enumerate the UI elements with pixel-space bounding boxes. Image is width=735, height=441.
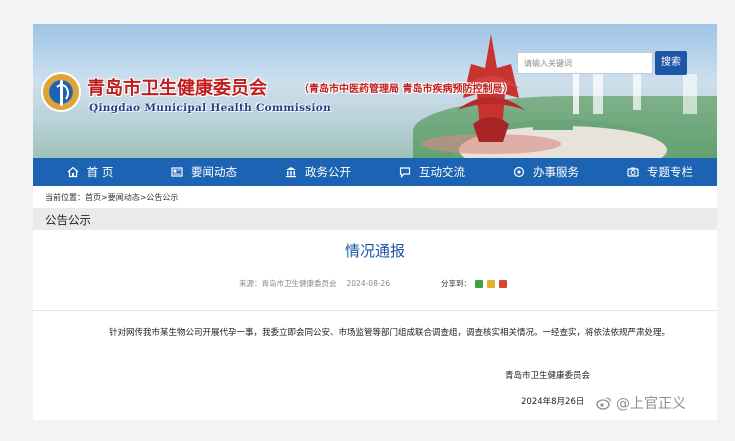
nav-item-label: 政务公开 xyxy=(305,165,351,179)
article-meta: 来源：青岛市卫生健康委员会 2024-08-26 xyxy=(239,278,390,289)
divider xyxy=(33,310,717,311)
nav-item-label: 互动交流 xyxy=(419,165,465,179)
share-bar: 分享到： xyxy=(441,278,507,289)
service-icon xyxy=(513,166,525,178)
section-bar xyxy=(33,208,717,230)
news-icon xyxy=(171,167,183,177)
logo-snake xyxy=(54,84,69,102)
breadcrumb-link-home[interactable]: 首页 xyxy=(85,193,101,202)
watermark: @上官正义 xyxy=(596,393,686,413)
nav-item-label: 首 页 xyxy=(86,165,114,179)
signature-org: 青岛市卫生健康委员会 xyxy=(505,371,591,381)
source-label: 来源： xyxy=(239,279,262,288)
search-button[interactable]: 搜索 xyxy=(655,51,687,75)
site-title[interactable]: 青岛市卫生健康委员会 xyxy=(87,74,267,100)
qzone-share-icon[interactable] xyxy=(487,279,495,288)
breadcrumb-separator: > xyxy=(101,193,108,202)
nav-item-interaction[interactable]: 互动交流 xyxy=(375,158,489,186)
breadcrumb-current[interactable]: 公告公示 xyxy=(146,193,178,202)
watermark-text: @上官正义 xyxy=(616,396,686,412)
breadcrumb-link-news[interactable]: 要闻动态 xyxy=(108,193,140,202)
chat-icon xyxy=(399,167,411,178)
government-icon xyxy=(286,167,296,178)
weibo-share-icon[interactable] xyxy=(499,279,507,288)
site-subtitle: （青岛市中医药管理局 青岛市疾病预防控制局） xyxy=(299,84,513,95)
home-icon xyxy=(67,166,79,178)
share-label: 分享到： xyxy=(441,279,471,288)
main-nav: 首 页 要闻动态 政务公开 互动交流 办事服务 专题专栏 xyxy=(33,158,717,186)
nav-item-government[interactable]: 政务公开 xyxy=(261,158,375,186)
nav-item-label: 办事服务 xyxy=(533,165,579,179)
health-commission-logo-icon[interactable] xyxy=(41,72,81,112)
section-title: 公告公示 xyxy=(45,213,91,227)
article-source: 青岛市卫生健康委员会 xyxy=(261,279,337,288)
nav-item-label: 要闻动态 xyxy=(191,165,237,179)
nav-item-special[interactable]: 专题专栏 xyxy=(603,158,717,186)
nav-item-service[interactable]: 办事服务 xyxy=(489,158,603,186)
special-column-icon xyxy=(627,167,639,177)
article-title: 情况通报 xyxy=(344,242,405,260)
signature-date: 2024年8月26日 xyxy=(521,397,585,407)
weibo-icon xyxy=(596,397,612,410)
wechat-share-icon[interactable] xyxy=(475,279,483,288)
nav-item-news[interactable]: 要闻动态 xyxy=(147,158,261,186)
nav-item-home[interactable]: 首 页 xyxy=(33,158,147,186)
header-banner: 青岛市卫生健康委员会 （青岛市中医药管理局 青岛市疾病预防控制局） Qingda… xyxy=(33,24,717,158)
article-body: 针对网传我市某生物公司开展代孕一事，我委立即会同公安、市场监管等部门组成联合调查… xyxy=(109,328,671,338)
nav-item-label: 专题专栏 xyxy=(647,165,693,179)
breadcrumb-prefix: 当前位置： xyxy=(45,193,85,202)
article-date: 2024-08-26 xyxy=(346,279,391,288)
site-title-en: Qingdao Municipal Health Commission xyxy=(89,102,332,114)
breadcrumb: 当前位置：首页>要闻动态>公告公示 xyxy=(45,192,178,203)
search-input[interactable]: 请输入关键词 xyxy=(517,52,653,74)
page-container: 青岛市卫生健康委员会 （青岛市中医药管理局 青岛市疾病预防控制局） Qingda… xyxy=(33,24,717,420)
